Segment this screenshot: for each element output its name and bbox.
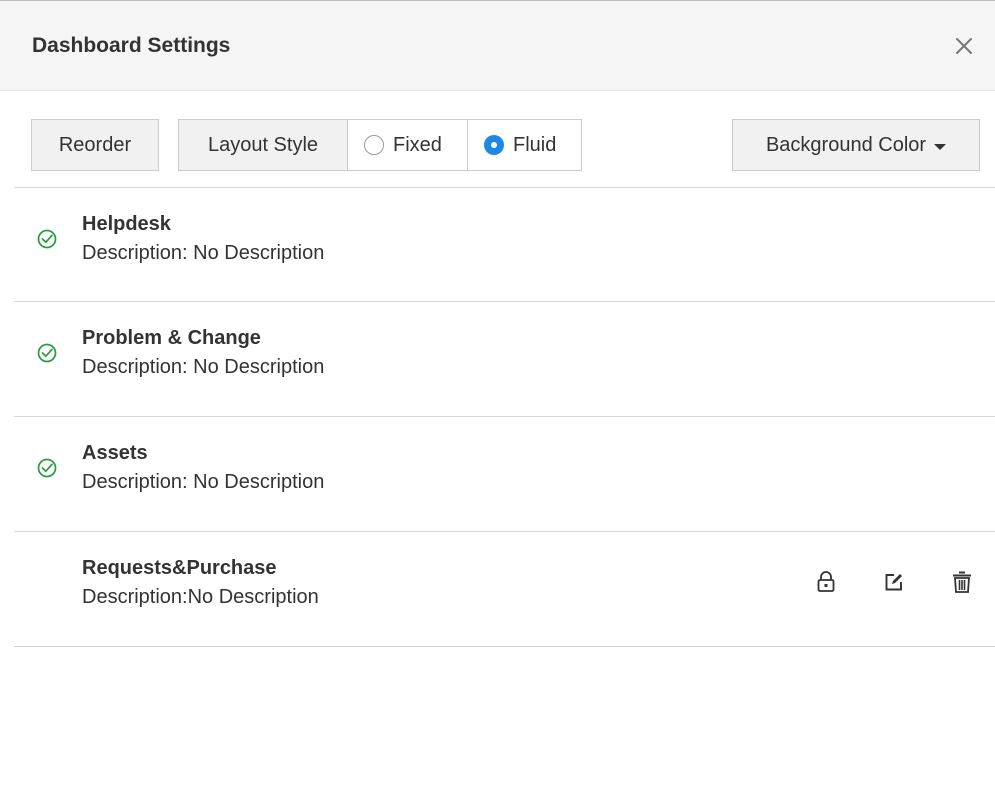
- trash-icon: [953, 571, 971, 593]
- layout-style-label: Layout Style: [178, 119, 348, 171]
- list-item[interactable]: Helpdesk Description: No Description: [14, 188, 995, 302]
- background-color-label: Background Color: [765, 133, 927, 156]
- close-icon: [956, 38, 972, 54]
- fixed-label: Fixed: [393, 133, 442, 156]
- layout-option-fluid[interactable]: Fluid: [468, 119, 582, 171]
- reorder-button[interactable]: Reorder: [31, 119, 159, 171]
- modal-header: Dashboard Settings: [0, 1, 995, 91]
- close-button[interactable]: [955, 37, 973, 55]
- item-actions: [771, 569, 975, 595]
- list-item[interactable]: Problem & Change Description: No Descrip…: [14, 302, 995, 417]
- dashboard-name: Requests&Purchase: [82, 557, 277, 579]
- toolbar: Reorder Layout Style Fixed Fluid Backgro…: [14, 91, 995, 188]
- check-circle-icon: [37, 458, 57, 478]
- dashboard-name: Assets: [82, 442, 148, 464]
- dashboard-name: Helpdesk: [82, 213, 171, 235]
- dashboard-description: Description: No Description: [82, 471, 325, 493]
- caret-down-icon: [934, 143, 947, 150]
- dashboard-name: Problem & Change: [82, 327, 261, 349]
- layout-style-group: Layout Style Fixed Fluid: [178, 119, 582, 171]
- delete-button[interactable]: [949, 569, 975, 595]
- modal-title: Dashboard Settings: [32, 34, 231, 57]
- dashboard-settings-modal: Dashboard Settings Reorder Layout Style …: [0, 0, 995, 803]
- check-circle-icon: [37, 229, 57, 249]
- dashboard-list: Helpdesk Description: No Description Pro…: [14, 188, 995, 647]
- fluid-label: Fluid: [513, 133, 557, 156]
- check-circle-icon: [37, 343, 57, 363]
- list-item[interactable]: Requests&Purchase Description:No Descrip…: [14, 532, 995, 647]
- lock-button[interactable]: [813, 569, 839, 595]
- list-item[interactable]: Assets Description: No Description: [14, 417, 995, 532]
- edit-icon: [885, 574, 902, 591]
- dashboard-description: Description: No Description: [82, 356, 325, 378]
- fixed-radio[interactable]: [364, 135, 384, 155]
- layout-option-fixed[interactable]: Fixed: [348, 119, 468, 171]
- edit-button[interactable]: [881, 569, 907, 595]
- background-color-dropdown[interactable]: Background Color: [732, 119, 980, 171]
- fluid-radio[interactable]: [484, 135, 504, 155]
- dashboard-description: Description: No Description: [82, 242, 325, 264]
- dashboard-description: Description:No Description: [82, 586, 319, 608]
- lock-icon: [817, 571, 835, 592]
